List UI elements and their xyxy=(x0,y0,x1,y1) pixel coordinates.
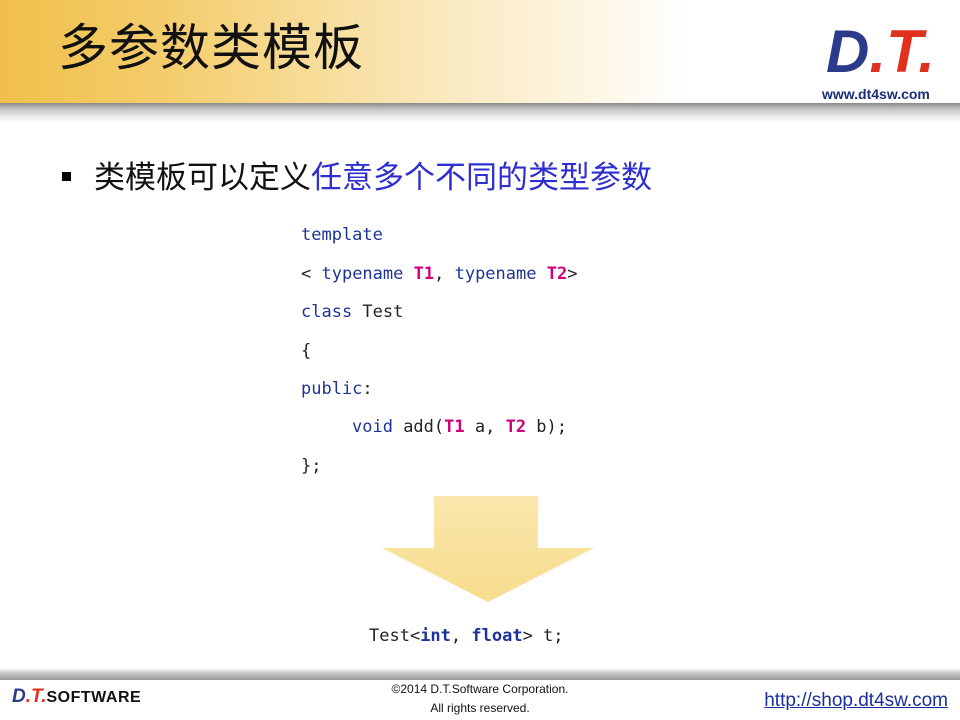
code-keyword: template xyxy=(301,225,383,245)
code-text: : xyxy=(362,379,373,399)
code-text: add( xyxy=(392,417,445,437)
code-text: , xyxy=(434,264,455,284)
code-line: < typename T1, typename T2> xyxy=(301,264,577,284)
logo-d: D xyxy=(826,18,870,85)
code-type-param: T2 xyxy=(546,264,568,284)
shop-link[interactable]: http://shop.dt4sw.com xyxy=(764,690,948,712)
code-text: a, xyxy=(464,417,506,437)
code-text: > t; xyxy=(522,626,564,646)
bullet-text-highlight: 任意多个不同的类型参数 xyxy=(311,160,652,196)
bullet-text: 类模板可以定义任意多个不同的类型参数 xyxy=(94,158,652,198)
page-title: 多参数类模板 xyxy=(58,19,364,77)
code-line: public: xyxy=(301,379,373,399)
dt-logo: D.T. xyxy=(826,22,935,82)
code-line: class Test xyxy=(301,302,403,322)
code-type-param: T1 xyxy=(444,417,465,437)
code-line: }; xyxy=(301,456,321,476)
code-type-param: T2 xyxy=(505,417,527,437)
code-instantiation: Test<int, float> t; xyxy=(369,626,564,646)
bullet-text-plain: 类模板可以定义 xyxy=(94,160,311,196)
code-keyword: typename xyxy=(454,264,537,284)
code-type-param: T1 xyxy=(413,264,435,284)
down-arrow-icon xyxy=(382,496,594,602)
footer-divider xyxy=(0,668,960,680)
code-keyword: public xyxy=(301,379,363,399)
code-keyword: class xyxy=(301,302,353,322)
code-text: { xyxy=(301,341,312,361)
code-text: , xyxy=(450,626,472,646)
code-text: < xyxy=(301,264,322,284)
code-text: }; xyxy=(301,456,322,476)
code-line: { xyxy=(301,341,311,361)
site-url: www.dt4sw.com xyxy=(822,86,930,102)
bullet-square-icon xyxy=(62,172,71,181)
code-text: > xyxy=(567,264,578,284)
code-text: b); xyxy=(526,417,568,437)
code-line: void add(T1 a, T2 b); xyxy=(352,417,567,437)
logo-dot: . xyxy=(918,18,935,85)
code-keyword: void xyxy=(352,417,393,437)
logo-dot: . xyxy=(869,18,887,85)
code-line: template xyxy=(301,225,383,245)
code-keyword: float xyxy=(471,626,523,646)
code-text: Test< xyxy=(369,626,421,646)
code-keyword: int xyxy=(420,626,451,646)
logo-t: T xyxy=(886,18,919,85)
code-keyword: typename xyxy=(321,264,404,284)
code-text: Test xyxy=(352,302,404,322)
header-shadow xyxy=(0,103,960,123)
